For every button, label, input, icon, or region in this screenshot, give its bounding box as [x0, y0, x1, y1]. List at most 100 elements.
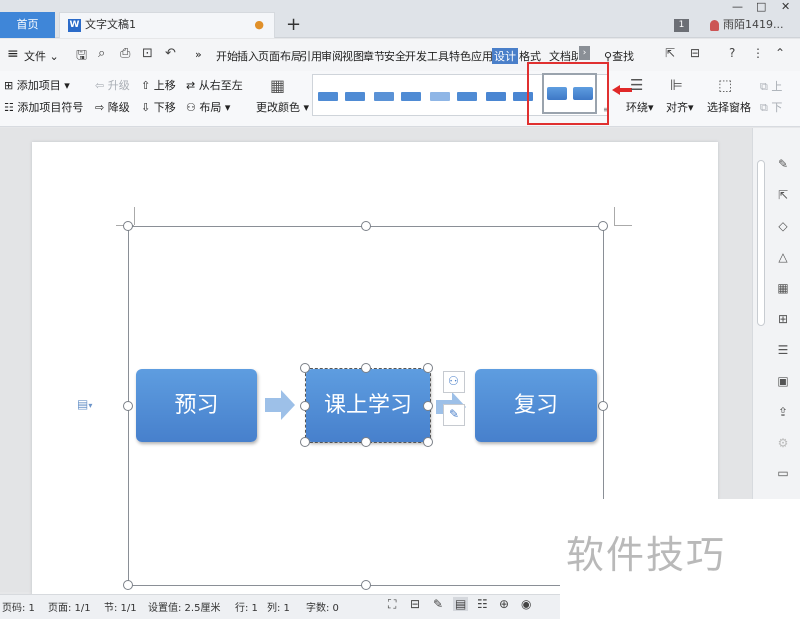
table-icon[interactable]: ▦	[776, 281, 790, 295]
status-word-count[interactable]: 字数: 0	[306, 599, 339, 614]
more-options-icon[interactable]: ⋮	[752, 46, 764, 60]
edit-pen-icon[interactable]: ✎	[433, 597, 443, 611]
add-item-button[interactable]: ⊞ 添加项目 ▾	[4, 77, 70, 93]
node-resize-handle[interactable]	[423, 401, 433, 411]
share-icon[interactable]: ⚙	[776, 436, 790, 450]
home-tab[interactable]: 首页	[0, 12, 55, 38]
tab-section[interactable]: 章节	[363, 48, 385, 64]
tab-features[interactable]: 特色应用	[449, 48, 493, 64]
node-resize-handle[interactable]	[361, 363, 371, 373]
resize-handle[interactable]	[598, 401, 608, 411]
close-button[interactable]: ✕	[781, 0, 790, 13]
style-option-4[interactable]	[486, 92, 506, 101]
window-count-badge[interactable]: 1	[674, 19, 689, 32]
eye-protection-icon[interactable]: ◉	[521, 597, 531, 611]
status-pages[interactable]: 页面: 1/1	[48, 599, 91, 614]
tab-page-layout[interactable]: 页面布局	[258, 48, 302, 64]
style-option-3[interactable]	[430, 92, 450, 101]
image-icon[interactable]: ▣	[776, 374, 790, 388]
status-row[interactable]: 行: 1	[235, 599, 258, 614]
node-resize-handle[interactable]	[300, 437, 310, 447]
node-resize-handle[interactable]	[361, 437, 371, 447]
document-tab[interactable]: W 文字文稿1 ●	[59, 12, 275, 38]
smartart-style-button[interactable]: ✎	[443, 404, 465, 426]
archive-icon[interactable]: ▭	[776, 466, 790, 480]
resize-handle[interactable]	[361, 221, 371, 231]
bring-forward-button[interactable]: ⧉ 上	[760, 78, 782, 94]
grid-icon[interactable]: ⊞	[776, 312, 790, 326]
align-button[interactable]: 对齐▾	[666, 99, 694, 115]
tab-references[interactable]: 引用	[300, 48, 322, 64]
promote-button[interactable]: ⇦ 升级	[95, 77, 130, 93]
change-color-icon[interactable]: ▦	[270, 76, 285, 95]
status-page-number[interactable]: 页码: 1	[2, 599, 35, 614]
status-section[interactable]: 节: 1/1	[104, 599, 137, 614]
selection-pane-button[interactable]: 选择窗格	[707, 99, 751, 115]
status-column[interactable]: 列: 1	[267, 599, 290, 614]
print-icon[interactable]: ⎙	[120, 46, 130, 61]
tab-insert[interactable]: 插入	[237, 48, 259, 64]
tab-security[interactable]: 安全	[384, 48, 406, 64]
demote-button[interactable]: ⇨ 降级	[95, 99, 130, 115]
resize-handle[interactable]	[123, 401, 133, 411]
tab-view[interactable]: 视图	[342, 48, 364, 64]
share-icon[interactable]: ⇱	[665, 46, 675, 60]
cursor-icon[interactable]: ⇱	[776, 188, 790, 202]
page-view-icon[interactable]: ▤	[453, 597, 469, 611]
file-menu[interactable]: 文件 ⌄	[24, 48, 59, 64]
node-resize-handle[interactable]	[423, 437, 433, 447]
node-resize-handle[interactable]	[300, 363, 310, 373]
export-icon[interactable]: ⇪	[776, 405, 790, 419]
selection-pane-icon[interactable]: ⬚	[718, 76, 732, 94]
align-icon[interactable]: ⊫	[670, 76, 683, 94]
node-resize-handle[interactable]	[300, 401, 310, 411]
resize-handle[interactable]	[123, 221, 133, 231]
print-preview-icon[interactable]: ⊡	[142, 46, 153, 61]
resize-handle[interactable]	[598, 221, 608, 231]
move-up-button[interactable]: ⇧ 上移	[141, 77, 176, 93]
web-view-icon[interactable]: ⊕	[499, 597, 509, 611]
collapse-ribbon-icon[interactable]: ⌃	[775, 46, 785, 60]
pen-icon[interactable]: ✎	[776, 157, 790, 171]
tab-developer[interactable]: 开发工具	[405, 48, 449, 64]
save-icon[interactable]: 🖫	[76, 46, 87, 68]
right-to-left-button[interactable]: ⇄ 从右至左	[186, 77, 243, 93]
tab-start[interactable]: 开始	[216, 48, 238, 64]
tab-scroll-right-icon[interactable]: ›	[579, 46, 590, 60]
node-resize-handle[interactable]	[423, 363, 433, 373]
smartart-node-review[interactable]: 复习	[475, 369, 597, 442]
change-color-button[interactable]: 更改颜色 ▾	[256, 99, 309, 115]
format-painter-icon[interactable]: ⌕	[98, 46, 105, 61]
wrap-icon[interactable]: ☰	[630, 76, 643, 94]
help-icon[interactable]: ?	[729, 46, 735, 60]
read-mode-icon[interactable]: ⊟	[410, 597, 420, 611]
style-option-1[interactable]	[318, 92, 338, 101]
move-down-button[interactable]: ⇩ 下移	[141, 99, 176, 115]
layout-options-icon[interactable]: ▤▾	[77, 397, 92, 411]
layout-button[interactable]: ⚇ 布局 ▾	[186, 99, 230, 115]
vertical-scrollbar[interactable]	[757, 160, 765, 326]
undo-icon[interactable]: ↶	[165, 46, 176, 61]
add-bullet-button[interactable]: ☷ 添加项目符号	[4, 99, 83, 115]
cloud-sync-icon[interactable]: ⊟	[690, 46, 700, 60]
smartart-layout-button[interactable]: ⚇	[443, 371, 465, 393]
resize-handle[interactable]	[361, 580, 371, 590]
more-icon[interactable]: »	[195, 48, 202, 61]
maximize-button[interactable]: □	[756, 0, 766, 13]
smartart-node-preview[interactable]: 预习	[136, 369, 257, 442]
settings-sliders-icon[interactable]: ☰	[776, 343, 790, 357]
tab-design[interactable]: 设计	[492, 48, 518, 64]
user-account[interactable]: 雨陌1419...	[710, 16, 783, 32]
menu-icon[interactable]: ≡	[7, 46, 19, 62]
tab-review[interactable]: 审阅	[321, 48, 343, 64]
outline-view-icon[interactable]: ☷	[477, 597, 488, 611]
fullscreen-icon[interactable]: ⛶	[388, 597, 396, 612]
style-option-2[interactable]	[374, 92, 394, 101]
shapes-icon[interactable]: ◇	[776, 219, 790, 233]
new-tab-button[interactable]: +	[286, 14, 301, 35]
status-setting[interactable]: 设置值: 2.5厘米	[148, 599, 220, 614]
send-backward-button[interactable]: ⧉ 下	[760, 99, 782, 115]
wrap-button[interactable]: 环绕▾	[626, 99, 654, 115]
resize-handle[interactable]	[123, 580, 133, 590]
minimize-button[interactable]: —	[732, 0, 743, 13]
